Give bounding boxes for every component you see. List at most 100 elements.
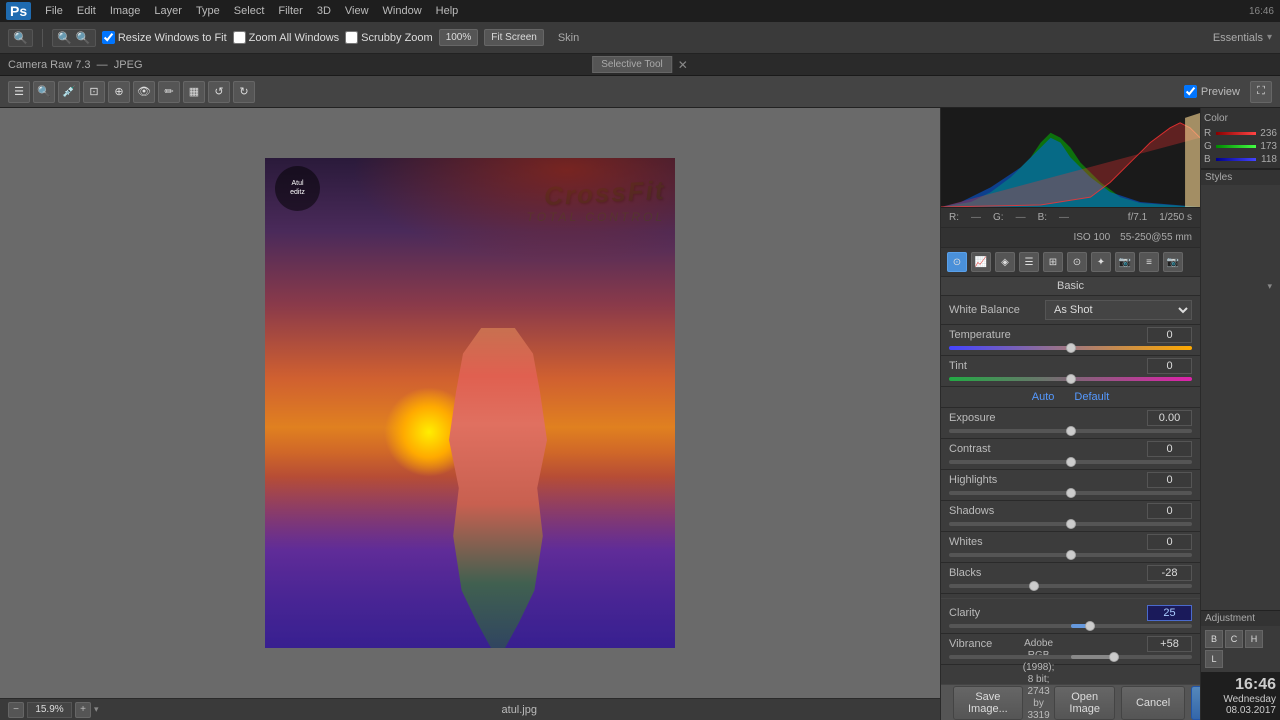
tint-value[interactable] [1147, 358, 1192, 374]
panel-lens-icon[interactable]: ⊙ [1067, 252, 1087, 272]
color-b-slider[interactable] [1216, 158, 1256, 161]
temperature-track[interactable] [949, 346, 1192, 350]
panel-collapse-icon[interactable]: ▾ [1267, 32, 1272, 43]
menu-file[interactable]: File [45, 5, 63, 17]
menu-type[interactable]: Type [196, 5, 220, 17]
zoom-down-btn[interactable]: − [8, 702, 24, 718]
vibrance-value[interactable] [1147, 636, 1192, 652]
adj-icon-3[interactable]: H [1245, 630, 1263, 648]
blacks-thumb[interactable] [1029, 581, 1039, 591]
section-collapse-icon[interactable]: ▾ [1267, 281, 1272, 292]
cr-toolbar: ☰ 🔍 💉 ⊡ ⊕ 👁 ✏ ▦ ↺ ↻ Preview ⛶ [0, 76, 1280, 108]
contrast-value[interactable] [1147, 441, 1192, 457]
menu-select[interactable]: Select [234, 5, 265, 17]
vibrance-thumb[interactable] [1109, 652, 1119, 662]
exif-rgb: R: — G: — B: — [949, 212, 1069, 223]
zoom-input[interactable] [27, 702, 72, 718]
cr-tool-rotate-r[interactable]: ↻ [233, 81, 255, 103]
menu-edit[interactable]: Edit [77, 5, 96, 17]
open-image-button[interactable]: Open Image [1054, 686, 1115, 720]
shadows-track[interactable] [949, 522, 1192, 526]
adj-icon-4[interactable]: L [1205, 650, 1223, 668]
zoom-up-btn[interactable]: + [75, 702, 91, 718]
footer-info-container[interactable]: Adobe RGB (1998); 8 bit; 2743 by 3319 (9… [1023, 637, 1055, 720]
resize-windows-checkbox[interactable]: Resize Windows to Fit [102, 31, 227, 44]
cr-tool-crop[interactable]: ⊡ [83, 81, 105, 103]
menu-view[interactable]: View [345, 5, 369, 17]
exposure-value[interactable] [1147, 410, 1192, 426]
zoom-in-icon[interactable]: 🔍 [76, 31, 91, 45]
cr-tool-brush[interactable]: ✏ [158, 81, 180, 103]
exposure-thumb[interactable] [1066, 426, 1076, 436]
zoom-100-button[interactable]: 100% [439, 29, 479, 46]
cr-right-panel: R: — G: — B: — f/7.1 1/250 s IS [940, 108, 1200, 720]
shadows-thumb[interactable] [1066, 519, 1076, 529]
color-g-slider[interactable] [1216, 145, 1256, 148]
color-r-slider[interactable] [1216, 132, 1256, 135]
tint-thumb[interactable] [1066, 374, 1076, 384]
panel-basic-icon[interactable]: ⊙ [947, 252, 967, 272]
cr-tool-eyedropper[interactable]: 💉 [58, 81, 80, 103]
adjustment-panel-icons: B C H L [1201, 626, 1280, 672]
panel-split-icon[interactable]: ⊞ [1043, 252, 1063, 272]
zoom-out-icon[interactable]: 🔍 [57, 31, 72, 45]
panel-hsl-icon[interactable]: ☰ [1019, 252, 1039, 272]
wb-row: White Balance As Shot [941, 296, 1200, 325]
whites-track[interactable] [949, 553, 1192, 557]
panel-snapshots-icon[interactable]: 📷 [1163, 252, 1183, 272]
menu-layer[interactable]: Layer [154, 5, 182, 17]
blacks-value[interactable] [1147, 565, 1192, 581]
default-link[interactable]: Default [1074, 391, 1109, 403]
clock-panel: 16:46 Wednesday 08.03.2017 [1201, 672, 1280, 720]
whites-thumb[interactable] [1066, 550, 1076, 560]
zoom-all-checkbox[interactable]: Zoom All Windows [233, 31, 339, 44]
search-icon: 🔍 [13, 31, 28, 45]
highlights-value[interactable] [1147, 472, 1192, 488]
menu-image[interactable]: Image [110, 5, 141, 17]
panel-camera-icon[interactable]: 📷 [1115, 252, 1135, 272]
wb-select[interactable]: As Shot [1045, 300, 1192, 320]
highlights-thumb[interactable] [1066, 488, 1076, 498]
cr-tool-grad[interactable]: ▦ [183, 81, 205, 103]
shadows-value[interactable] [1147, 503, 1192, 519]
contrast-thumb[interactable] [1066, 457, 1076, 467]
contrast-track[interactable] [949, 460, 1192, 464]
cr-tool-rotate-l[interactable]: ↺ [208, 81, 230, 103]
tint-track[interactable] [949, 377, 1192, 381]
panel-presets-icon[interactable]: ≡ [1139, 252, 1159, 272]
blacks-track[interactable] [949, 584, 1192, 588]
highlights-track[interactable] [949, 491, 1192, 495]
cr-tool-zoom[interactable]: 🔍 [33, 81, 55, 103]
cancel-button[interactable]: Cancel [1121, 686, 1185, 720]
temperature-thumb[interactable] [1066, 343, 1076, 353]
menu-3d[interactable]: 3D [317, 5, 331, 17]
highlights-label: Highlights [949, 474, 997, 486]
menu-window[interactable]: Window [383, 5, 422, 17]
panel-detail-icon[interactable]: ◈ [995, 252, 1015, 272]
preview-checkbox[interactable] [1184, 85, 1197, 98]
panel-effects-icon[interactable]: ✦ [1091, 252, 1111, 272]
clarity-value[interactable] [1147, 605, 1192, 621]
clarity-track[interactable] [949, 624, 1192, 628]
temperature-value[interactable] [1147, 327, 1192, 343]
scrubby-zoom-checkbox[interactable]: Scrubby Zoom [345, 31, 433, 44]
auto-link[interactable]: Auto [1032, 391, 1055, 403]
vibrance-track[interactable] [949, 655, 1192, 659]
adj-icon-1[interactable]: B [1205, 630, 1223, 648]
fullscreen-btn[interactable]: ⛶ [1250, 81, 1272, 103]
cr-tool-hand[interactable]: ☰ [8, 81, 30, 103]
menu-help[interactable]: Help [436, 5, 459, 17]
cr-tool-redeye[interactable]: 👁 [133, 81, 155, 103]
fit-screen-button[interactable]: Fit Screen [484, 29, 544, 46]
zoom-dropdown-icon[interactable]: ▾ [94, 704, 99, 715]
whites-value[interactable] [1147, 534, 1192, 550]
window-title-bar: Selective Tool ✕ [592, 56, 688, 73]
cr-tool-heal[interactable]: ⊕ [108, 81, 130, 103]
menu-filter[interactable]: Filter [278, 5, 302, 17]
save-image-button[interactable]: Save Image... [953, 686, 1023, 720]
exposure-track[interactable] [949, 429, 1192, 433]
cr-close-btn[interactable]: ✕ [678, 58, 688, 72]
clarity-thumb[interactable] [1085, 621, 1095, 631]
adj-icon-2[interactable]: C [1225, 630, 1243, 648]
panel-tone-icon[interactable]: 📈 [971, 252, 991, 272]
